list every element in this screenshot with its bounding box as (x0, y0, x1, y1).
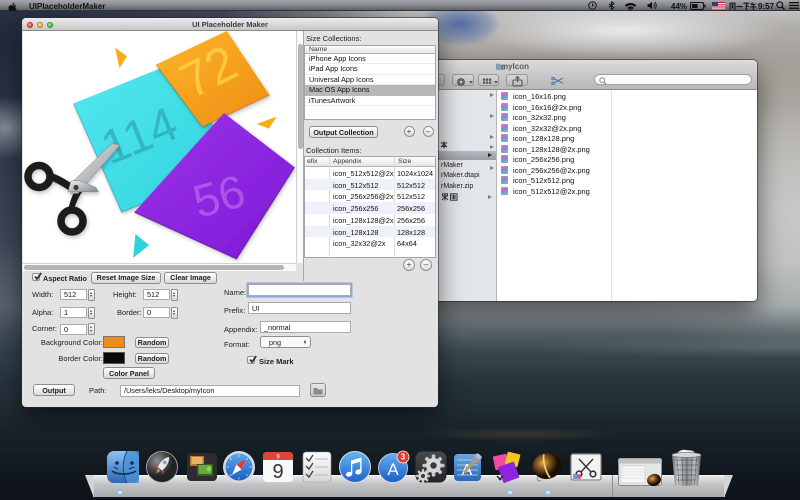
svg-text:9: 9 (272, 461, 283, 483)
svg-text:3: 3 (401, 453, 406, 462)
svg-text:A: A (387, 460, 399, 479)
